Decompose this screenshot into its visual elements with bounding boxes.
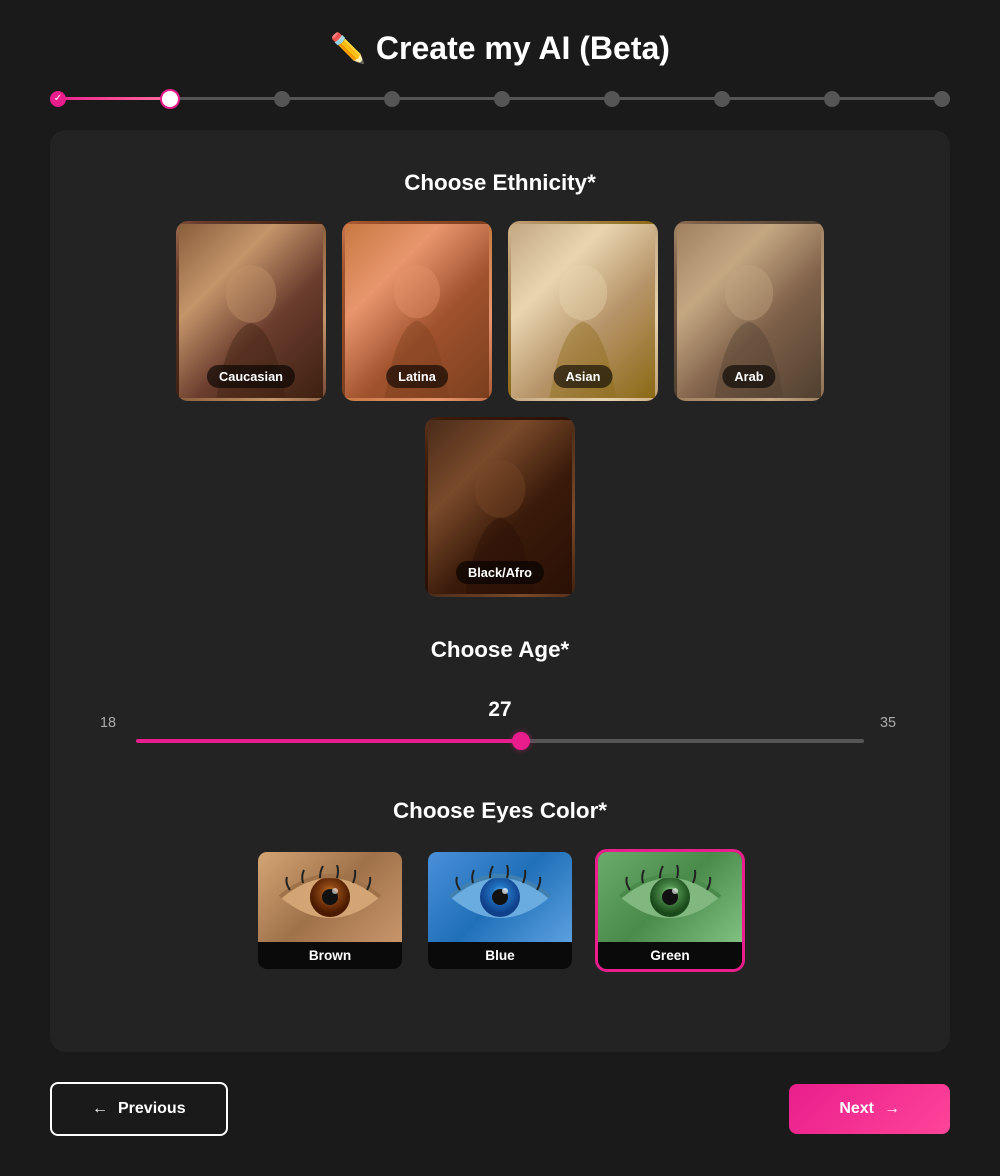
title-icon: ✏️ — [330, 32, 366, 66]
age-min-label: 18 — [100, 715, 120, 731]
ethnicity-caucasian[interactable]: Caucasian — [176, 221, 326, 401]
progress-bar: ✓ — [50, 97, 950, 100]
next-label: Next — [839, 1100, 874, 1118]
next-arrow-icon: → — [884, 1100, 900, 1118]
progress-dot-4 — [384, 91, 400, 107]
ethnicity-arab[interactable]: Arab — [674, 221, 824, 401]
eyes-title: Choose Eyes Color* — [100, 798, 900, 824]
age-value: 27 — [136, 698, 864, 722]
eyes-grid: Brown — [100, 849, 900, 972]
age-slider-wrapper: 27 — [136, 698, 864, 748]
age-title: Choose Age* — [100, 637, 900, 663]
page-title: ✏️ Create my AI (Beta) — [330, 30, 670, 67]
next-button[interactable]: Next → — [789, 1084, 950, 1134]
navigation-buttons: ← Previous Next → — [50, 1082, 950, 1146]
eye-blue[interactable]: Blue — [425, 849, 575, 972]
eye-brown-image — [258, 852, 402, 942]
ethnicity-black[interactable]: Black/Afro — [425, 417, 575, 597]
progress-dot-3 — [274, 91, 290, 107]
ethnicity-asian-label: Asian — [554, 365, 613, 388]
eyes-section: Choose Eyes Color* — [100, 798, 900, 972]
progress-dot-5 — [494, 91, 510, 107]
age-section: Choose Age* 18 27 35 — [100, 637, 900, 758]
eye-green[interactable]: Green — [595, 849, 745, 972]
ethnicity-latina-label: Latina — [386, 365, 448, 388]
previous-button[interactable]: ← Previous — [50, 1082, 228, 1136]
progress-dot-2 — [160, 89, 180, 109]
ethnicity-grid: Caucasian Latina Asian — [100, 221, 900, 597]
progress-track: ✓ — [50, 97, 950, 100]
ethnicity-asian[interactable]: Asian — [508, 221, 658, 401]
main-card: Choose Ethnicity* Caucasian Latina — [50, 130, 950, 1052]
progress-dot-7 — [714, 91, 730, 107]
eye-brown-label: Brown — [258, 942, 402, 969]
eye-green-image — [598, 852, 742, 942]
age-slider[interactable] — [136, 739, 864, 743]
ethnicity-black-label: Black/Afro — [456, 561, 544, 584]
ethnicity-latina[interactable]: Latina — [342, 221, 492, 401]
progress-dots: ✓ — [50, 89, 950, 109]
progress-dot-1: ✓ — [50, 91, 66, 107]
eye-green-label: Green — [598, 942, 742, 969]
eye-blue-label: Blue — [428, 942, 572, 969]
progress-dot-9 — [934, 91, 950, 107]
ethnicity-title: Choose Ethnicity* — [100, 170, 900, 196]
eye-blue-image — [428, 852, 572, 942]
progress-dot-8 — [824, 91, 840, 107]
age-slider-container: 18 27 35 — [100, 688, 900, 758]
previous-label: Previous — [118, 1100, 186, 1118]
age-max-label: 35 — [880, 715, 900, 731]
ethnicity-caucasian-label: Caucasian — [207, 365, 295, 388]
title-text: Create my AI (Beta) — [376, 30, 670, 67]
ethnicity-section: Choose Ethnicity* Caucasian Latina — [100, 170, 900, 597]
progress-dot-6 — [604, 91, 620, 107]
ethnicity-arab-label: Arab — [722, 365, 775, 388]
eye-brown[interactable]: Brown — [255, 849, 405, 972]
previous-arrow-icon: ← — [92, 1100, 108, 1118]
